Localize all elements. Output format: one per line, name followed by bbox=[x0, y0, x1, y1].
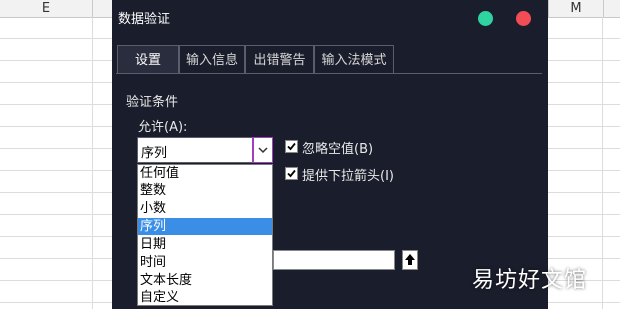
checkmark-icon bbox=[287, 142, 296, 151]
tab-error-alert[interactable]: 出错警告 bbox=[245, 45, 314, 74]
ignore-blank-checkbox[interactable] bbox=[285, 140, 298, 153]
tab-ime-mode[interactable]: 输入法模式 bbox=[314, 45, 394, 74]
list-item[interactable]: 任何值 bbox=[138, 165, 272, 182]
allow-label: 允许(A): bbox=[138, 120, 188, 135]
dialog-title: 数据验证 bbox=[118, 12, 171, 27]
in-cell-dropdown-label[interactable]: 提供下拉箭头(I) bbox=[302, 165, 394, 184]
close-button[interactable] bbox=[516, 11, 531, 26]
allow-dropdown-value: 序列 bbox=[141, 146, 168, 161]
maximize-button[interactable] bbox=[478, 11, 493, 26]
list-item[interactable]: 时间 bbox=[138, 254, 272, 271]
allow-dropdown[interactable]: 序列 bbox=[137, 137, 273, 163]
column-header-e[interactable]: E bbox=[0, 0, 93, 17]
watermark: 易坊好文馆 bbox=[472, 268, 588, 293]
section-title: 验证条件 bbox=[126, 95, 179, 110]
list-item[interactable]: 小数 bbox=[138, 200, 272, 217]
arrow-up-icon bbox=[405, 254, 415, 265]
tab-settings[interactable]: 设置 bbox=[117, 45, 179, 74]
list-item[interactable]: 文本长度 bbox=[138, 272, 272, 289]
column-header-m[interactable]: M bbox=[548, 0, 604, 17]
list-item[interactable]: 整数 bbox=[138, 182, 272, 199]
chevron-down-icon[interactable] bbox=[252, 137, 273, 163]
list-item-selected[interactable]: 序列 bbox=[138, 218, 272, 235]
list-item[interactable]: 日期 bbox=[138, 236, 272, 253]
ignore-blank-label[interactable]: 忽略空值(B) bbox=[302, 138, 373, 157]
tab-input-message[interactable]: 输入信息 bbox=[179, 45, 245, 74]
list-item[interactable]: 自定义 bbox=[138, 289, 272, 306]
source-input[interactable] bbox=[273, 250, 395, 270]
collapse-dialog-button[interactable] bbox=[402, 250, 418, 270]
in-cell-dropdown-checkbox[interactable] bbox=[285, 167, 298, 180]
tab-bar: 设置 输入信息 出错警告 输入法模式 bbox=[112, 45, 548, 74]
allow-options-list: 任何值 整数 小数 序列 日期 时间 文本长度 自定义 bbox=[137, 164, 273, 306]
checkmark-icon bbox=[287, 169, 296, 178]
